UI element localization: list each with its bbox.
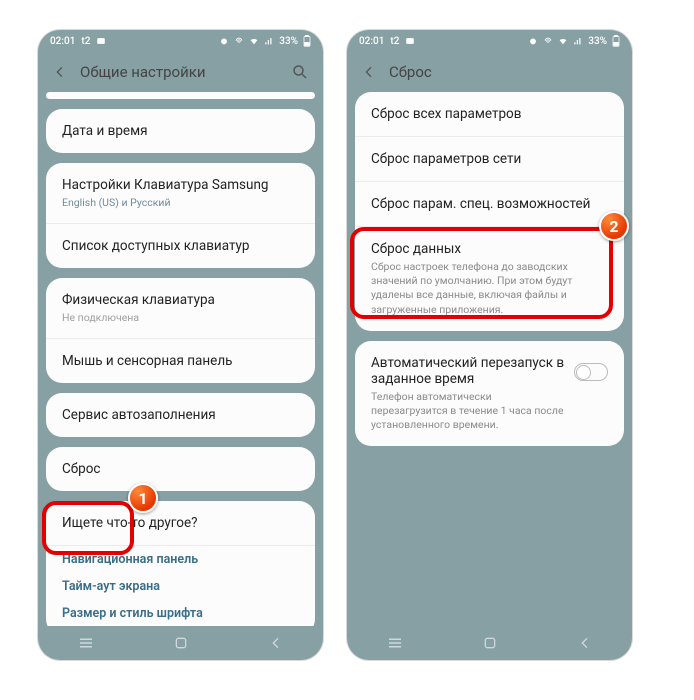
auto-restart-toggle[interactable]	[574, 363, 608, 381]
status-carrier: t2	[390, 36, 399, 47]
nav-bar	[38, 626, 323, 660]
row-keyboard-list[interactable]: Список доступных клавиатур	[46, 224, 315, 268]
row-label: Сброс параметров сети	[371, 151, 608, 167]
row-sub: English (US) и Русский	[62, 196, 299, 209]
status-bar: 02:01 t2 33%	[347, 30, 632, 52]
row-auto-restart[interactable]: Автоматический перезапуск в заданное вре…	[355, 341, 624, 447]
nav-home-icon[interactable]	[482, 635, 498, 651]
search-icon[interactable]	[291, 63, 309, 81]
row-sub: Не подключена	[62, 311, 299, 324]
row-label: Мышь и сенсорная панель	[62, 353, 299, 369]
card-reset-options: Сброс всех параметров Сброс параметров с…	[355, 92, 624, 331]
row-reset-all[interactable]: Сброс всех параметров	[355, 92, 624, 137]
row-label: Автоматический перезапуск в заданное вре…	[371, 355, 566, 387]
nav-home-icon[interactable]	[173, 635, 189, 651]
nav-recent-icon[interactable]	[77, 636, 95, 650]
message-icon	[405, 36, 415, 46]
header-title: Сброс	[389, 63, 432, 81]
hotspot-icon	[543, 36, 553, 46]
header-bar: Сброс	[347, 52, 632, 92]
status-carrier: t2	[81, 36, 90, 47]
link-screen-timeout[interactable]: Тайм-аут экрана	[46, 573, 315, 600]
row-label: Сброс парам. спец. возможностей	[371, 196, 608, 212]
card-datetime: Дата и время	[46, 109, 315, 153]
status-battery: 33%	[279, 36, 298, 47]
row-autofill[interactable]: Сервис автозаполнения	[46, 393, 315, 437]
card-reset: Сброс	[46, 447, 315, 491]
row-physical-keyboard[interactable]: Физическая клавиатура Не подключена	[46, 278, 315, 339]
header-bar: Общие настройки	[38, 52, 323, 92]
nav-bar	[347, 626, 632, 660]
row-factory-reset[interactable]: Сброс данных Сброс настроек телефона до …	[355, 227, 624, 331]
card-looking-for: Ищете что-то другое? Навигационная панел…	[46, 501, 315, 626]
status-time: 02:01	[359, 36, 384, 47]
phone-reset: 02:01 t2 33% Сброс Сброс всех параметров	[347, 30, 632, 660]
card-stub	[46, 92, 315, 99]
row-label: Ищете что-то другое?	[62, 515, 299, 531]
row-label: Список доступных клавиатур	[62, 238, 299, 254]
nav-back-icon[interactable]	[268, 635, 284, 651]
nav-back-icon[interactable]	[577, 635, 593, 651]
message-icon	[96, 36, 106, 46]
row-reset-network[interactable]: Сброс параметров сети	[355, 137, 624, 182]
row-label: Настройки Клавиатура Samsung	[62, 177, 299, 193]
signal-icon	[264, 36, 274, 46]
link-nav-panel[interactable]: Навигационная панель	[46, 546, 315, 573]
link-font[interactable]: Размер и стиль шрифта	[46, 600, 315, 626]
row-desc: Сброс настроек телефона до заводских зна…	[371, 260, 608, 317]
row-label: Сброс всех параметров	[371, 106, 608, 122]
row-label: Дата и время	[62, 123, 299, 139]
row-label: Сервис автозаполнения	[62, 407, 299, 423]
row-samsung-keyboard[interactable]: Настройки Клавиатура Samsung English (US…	[46, 163, 315, 224]
row-label: Сброс данных	[371, 241, 608, 257]
row-datetime[interactable]: Дата и время	[46, 109, 315, 153]
row-desc: Телефон автоматически перезагрузится в т…	[371, 390, 566, 433]
wifi-icon	[558, 36, 568, 46]
status-bar: 02:01 t2 33%	[38, 30, 323, 52]
phone-general-settings: 02:01 t2 33% Общие настройки	[38, 30, 323, 660]
card-auto-restart: Автоматический перезапуск в заданное вре…	[355, 341, 624, 447]
nav-recent-icon[interactable]	[386, 636, 404, 650]
row-label: Физическая клавиатура	[62, 292, 299, 308]
card-input: Физическая клавиатура Не подключена Мышь…	[46, 278, 315, 383]
row-reset[interactable]: Сброс	[46, 447, 315, 491]
row-looking-for: Ищете что-то другое?	[46, 501, 315, 546]
alarm-icon	[219, 36, 229, 46]
status-time: 02:01	[50, 36, 75, 47]
row-mouse[interactable]: Мышь и сенсорная панель	[46, 339, 315, 383]
battery-icon	[612, 35, 620, 47]
card-autofill: Сервис автозаполнения	[46, 393, 315, 437]
wifi-icon	[249, 36, 259, 46]
hotspot-icon	[234, 36, 244, 46]
status-battery: 33%	[588, 36, 607, 47]
alarm-icon	[528, 36, 538, 46]
signal-icon	[573, 36, 583, 46]
back-icon[interactable]	[52, 64, 68, 80]
battery-icon	[303, 35, 311, 47]
back-icon[interactable]	[361, 64, 377, 80]
row-label: Сброс	[62, 461, 299, 477]
header-title: Общие настройки	[80, 63, 206, 81]
row-reset-accessibility[interactable]: Сброс парам. спец. возможностей	[355, 182, 624, 227]
card-keyboards: Настройки Клавиатура Samsung English (US…	[46, 163, 315, 268]
